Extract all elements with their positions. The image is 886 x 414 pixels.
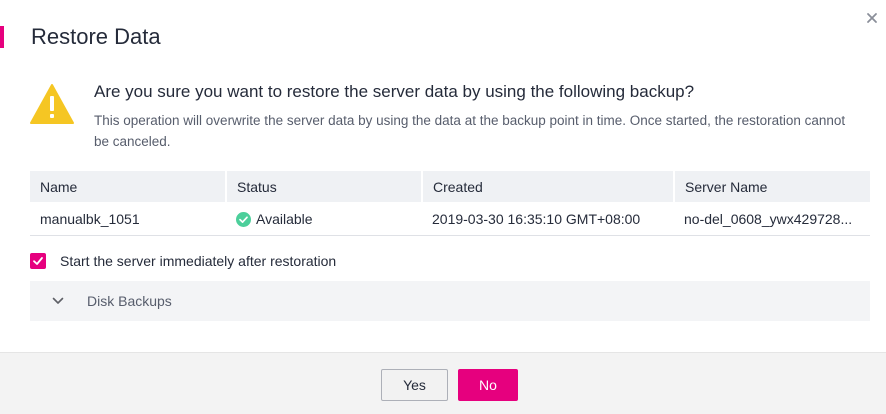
cell-created: 2019-03-30 16:35:10 GMT+08:00 — [422, 202, 674, 236]
status-text: Available — [256, 210, 313, 227]
disk-backups-panel[interactable]: Disk Backups — [30, 281, 870, 321]
close-icon[interactable] — [864, 10, 880, 26]
column-header-status: Status — [226, 171, 423, 202]
cell-status: Available — [226, 202, 422, 236]
column-header-name: Name — [30, 171, 227, 202]
backup-table: Name Status Created Server Name manualbk… — [30, 171, 870, 236]
cell-server-name: no-del_0608_ywx429728... — [674, 202, 870, 236]
no-button[interactable]: No — [458, 369, 518, 401]
restore-data-dialog: Restore Data Are you sure you want to re… — [0, 0, 886, 414]
table-row: manualbk_1051 Available 2019-03-30 16:35… — [30, 202, 870, 236]
table-header-row: Name Status Created Server Name — [30, 171, 870, 202]
column-header-server-name: Server Name — [674, 171, 870, 202]
start-server-checkbox[interactable] — [30, 253, 46, 269]
start-server-label[interactable]: Start the server immediately after resto… — [60, 252, 336, 270]
cell-name: manualbk_1051 — [30, 202, 226, 236]
title-accent-bar — [0, 26, 4, 48]
chevron-down-icon[interactable] — [52, 295, 64, 307]
yes-button[interactable]: Yes — [381, 369, 448, 401]
dialog-footer: Yes No — [0, 352, 886, 414]
available-check-icon — [236, 211, 251, 227]
warning-icon — [30, 84, 74, 124]
disk-backups-label[interactable]: Disk Backups — [87, 293, 172, 309]
confirm-description: This operation will overwrite the server… — [94, 113, 846, 149]
checkmark-icon — [33, 257, 43, 265]
column-header-created: Created — [422, 171, 675, 202]
dialog-title: Restore Data — [31, 24, 161, 49]
confirm-question: Are you sure you want to restore the ser… — [94, 82, 695, 101]
